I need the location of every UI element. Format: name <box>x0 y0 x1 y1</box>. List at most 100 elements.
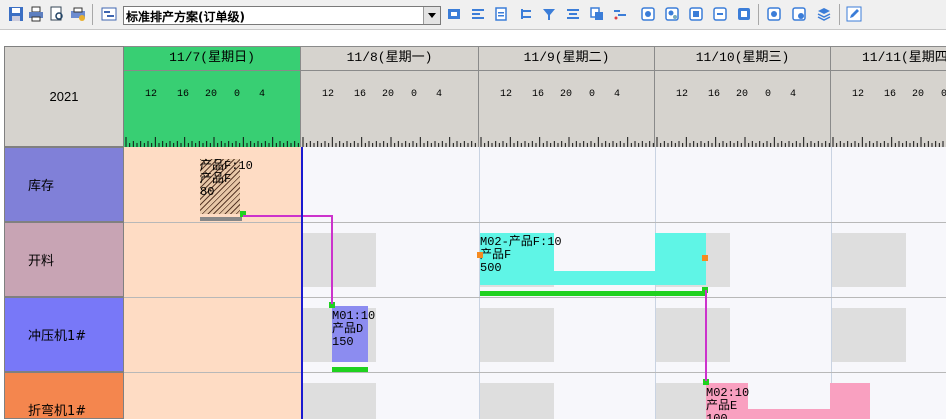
task-label: 产品E <box>706 399 738 413</box>
cutting-progress <box>480 291 706 296</box>
off-shift-block <box>832 233 906 287</box>
view-b-icon[interactable] <box>664 6 680 22</box>
ruler-ticks <box>480 137 654 147</box>
hour-label: 12 <box>144 89 157 100</box>
hour-label: 0 <box>764 89 771 100</box>
print-setup-icon[interactable] <box>70 6 86 22</box>
hour-label: 20 <box>911 89 924 100</box>
date-header-11-8: 11/8(星期一) 12 16 20 0 4 <box>301 46 479 147</box>
date-label: 11/9(星期二) <box>479 47 654 71</box>
hour-label: 16 <box>883 89 896 100</box>
dependency-link <box>243 215 332 217</box>
toolbar-separator <box>92 4 93 25</box>
toolbar: 标准排产方案(订单级) <box>0 0 946 30</box>
task-label: 产品D <box>332 322 364 336</box>
time-ruler <box>655 133 830 147</box>
date-label: 11/7(星期日) <box>124 47 300 71</box>
preview-icon[interactable] <box>49 6 65 22</box>
task-label: M02:10 <box>706 386 750 400</box>
hour-label: 0 <box>588 89 595 100</box>
scheme-select[interactable]: 标准排产方案(订单级) <box>123 6 441 25</box>
task-label: M02-产品F:10 <box>480 235 562 249</box>
toolbar-separator <box>839 4 840 25</box>
copy-icon[interactable] <box>589 6 605 22</box>
save-icon[interactable] <box>8 6 24 22</box>
gantt-view-icon[interactable] <box>101 6 117 22</box>
chevron-down-icon[interactable] <box>423 7 440 24</box>
indent-icon[interactable] <box>517 6 533 22</box>
bending-task-bar-segment[interactable] <box>748 409 832 419</box>
view-c-icon[interactable] <box>688 6 704 22</box>
align-left-icon[interactable] <box>470 6 486 22</box>
row-gridline <box>124 222 946 223</box>
scheme-select-value: 标准排产方案(订单级) <box>126 10 245 24</box>
hour-label: 4 <box>613 89 620 100</box>
time-ruler <box>831 133 946 147</box>
hour-label: 20 <box>381 89 394 100</box>
hour-label: 16 <box>707 89 720 100</box>
align-center-icon[interactable] <box>565 6 581 22</box>
drag-handle[interactable] <box>477 252 483 258</box>
cutting-task-bar-segment[interactable] <box>554 271 655 285</box>
hour-label: 0 <box>940 89 946 100</box>
off-shift-block <box>832 308 906 362</box>
year-cell: 2021 <box>4 46 124 147</box>
date-label: 11/11(星期四) <box>831 47 946 71</box>
schedule-grid: 产品F:10 产品F 80 M02-产品F:10 产品F 500 M01:10 … <box>124 147 946 419</box>
off-shift-block <box>302 383 376 419</box>
task-label: 产品F <box>200 172 232 186</box>
view-d-icon[interactable] <box>712 6 728 22</box>
off-shift-block <box>302 233 376 287</box>
date-header-11-7: 11/7(星期日) 12 16 20 0 4 <box>124 46 301 147</box>
hour-label: 16 <box>176 89 189 100</box>
task-label: 80 <box>200 185 215 199</box>
hour-label: 16 <box>531 89 544 100</box>
date-label: 11/10(星期三) <box>655 47 830 71</box>
off-shift-block <box>656 308 730 362</box>
print-icon[interactable] <box>28 6 44 22</box>
gantt-chart: 2021 11/7(星期日) 12 16 20 0 4 11/8(星期一) 12… <box>0 30 946 419</box>
row-header-bending[interactable]: 折弯机1# <box>4 372 124 419</box>
row-header-inventory[interactable]: 库存 <box>4 147 124 222</box>
hour-label: 4 <box>789 89 796 100</box>
hour-label: 12 <box>851 89 864 100</box>
hour-label: 12 <box>499 89 512 100</box>
ruler-ticks <box>656 137 830 147</box>
hour-label: 12 <box>321 89 334 100</box>
row-gridline <box>124 372 946 373</box>
row-header-cutting[interactable]: 开料 <box>4 222 124 297</box>
off-shift-block <box>480 383 554 419</box>
refresh-icon[interactable] <box>446 6 462 22</box>
ruler-ticks <box>302 137 476 147</box>
date-header-11-11: 11/11(星期四) 12 16 20 0 <box>831 46 946 147</box>
hour-label: 20 <box>735 89 748 100</box>
date-label: 11/8(星期一) <box>301 47 478 71</box>
task-label: 100 <box>706 412 728 419</box>
time-ruler <box>124 133 300 147</box>
hour-label: 4 <box>435 89 442 100</box>
hour-label: 12 <box>675 89 688 100</box>
task-label: 150 <box>332 335 354 349</box>
edit-icon[interactable] <box>846 6 862 22</box>
gantt-scheduler-window: 标准排产方案(订单级) 2021 11/7(星期日) 12 16 20 0 4 … <box>0 0 946 419</box>
off-shift-block <box>480 308 554 362</box>
hour-label: 0 <box>410 89 417 100</box>
dependency-link <box>331 215 333 304</box>
bending-task-bar-segment[interactable] <box>830 383 870 419</box>
cutting-task-bar-segment[interactable] <box>655 233 706 285</box>
task-label: 产品F <box>480 248 512 262</box>
view-g-icon[interactable] <box>791 6 807 22</box>
layers-icon[interactable] <box>816 6 832 22</box>
toolbar-separator <box>758 4 759 25</box>
hour-label: 20 <box>204 89 217 100</box>
drag-handle[interactable] <box>702 255 708 261</box>
view-a-icon[interactable] <box>640 6 656 22</box>
view-f-icon[interactable] <box>766 6 782 22</box>
filter-icon[interactable] <box>541 6 557 22</box>
view-e-icon[interactable] <box>736 6 752 22</box>
hour-label: 4 <box>258 89 265 100</box>
gantt-task-icon[interactable] <box>612 6 628 22</box>
row-header-stamping[interactable]: 冲压机1# <box>4 297 124 372</box>
document-icon[interactable] <box>493 6 509 22</box>
inventory-progress <box>200 217 242 221</box>
